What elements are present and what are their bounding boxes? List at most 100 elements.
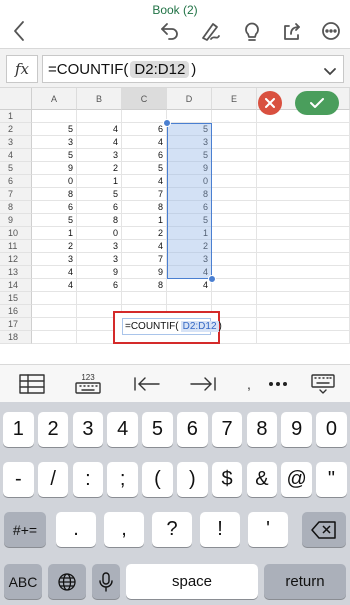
cell-c7[interactable]: 7	[122, 188, 167, 201]
cell-b15[interactable]	[77, 292, 122, 305]
cell-a5[interactable]: 9	[32, 162, 77, 175]
cell-c14[interactable]: 8	[122, 279, 167, 292]
cell-a8[interactable]: 6	[32, 201, 77, 214]
row-header[interactable]: 13	[0, 266, 32, 279]
more-icon[interactable]	[318, 18, 344, 44]
cell-a13[interactable]: 4	[32, 266, 77, 279]
cell-c12[interactable]: 7	[122, 253, 167, 266]
cell-d15[interactable]	[167, 292, 212, 305]
cell-b8[interactable]: 6	[77, 201, 122, 214]
cell-b3[interactable]: 4	[77, 136, 122, 149]
cell-b13[interactable]: 9	[77, 266, 122, 279]
cell-f14[interactable]	[257, 279, 350, 292]
key-symbol[interactable]: "	[316, 462, 347, 497]
key-punctuation[interactable]: !	[200, 512, 240, 547]
row-header[interactable]: 4	[0, 149, 32, 162]
cell-f5[interactable]	[257, 162, 350, 175]
cell-c2[interactable]: 6	[122, 123, 167, 136]
row-header[interactable]: 15	[0, 292, 32, 305]
cell-f16[interactable]	[257, 305, 350, 318]
cell-b5[interactable]: 2	[77, 162, 122, 175]
abc-key[interactable]: ABC	[4, 564, 42, 599]
cell-c6[interactable]: 4	[122, 175, 167, 188]
cell-c13[interactable]: 9	[122, 266, 167, 279]
key-punctuation[interactable]: ?	[152, 512, 192, 547]
space-key[interactable]: space	[126, 564, 258, 599]
cell-e8[interactable]	[212, 201, 257, 214]
delete-key[interactable]	[302, 512, 346, 547]
cell-b6[interactable]: 1	[77, 175, 122, 188]
cell-b2[interactable]: 4	[77, 123, 122, 136]
row-header[interactable]: 5	[0, 162, 32, 175]
row-header[interactable]: 14	[0, 279, 32, 292]
undo-icon[interactable]	[157, 18, 183, 44]
draw-icon[interactable]	[197, 18, 223, 44]
cell-e15[interactable]	[212, 292, 257, 305]
cell-f17[interactable]	[257, 318, 350, 331]
cell-a10[interactable]: 1	[32, 227, 77, 240]
cell-b1[interactable]	[77, 110, 122, 123]
cell-b4[interactable]: 3	[77, 149, 122, 162]
move-left-icon[interactable]	[132, 373, 162, 395]
cell-c5[interactable]: 5	[122, 162, 167, 175]
cell-e9[interactable]	[212, 214, 257, 227]
cell-e4[interactable]	[212, 149, 257, 162]
row-header[interactable]: 11	[0, 240, 32, 253]
formula-input[interactable]: =COUNTIF(D2:D12)	[42, 55, 344, 83]
highlighted-edit-cell[interactable]: =COUNTIF(D2:D12)	[113, 311, 222, 344]
cell-e14[interactable]	[212, 279, 257, 292]
column-header-d[interactable]: D	[167, 88, 212, 110]
cell-f18[interactable]	[257, 331, 350, 344]
cell-e7[interactable]	[212, 188, 257, 201]
key-digit[interactable]: 5	[142, 412, 173, 447]
row-header[interactable]: 18	[0, 331, 32, 344]
return-key[interactable]: return	[264, 564, 346, 599]
cell-f8[interactable]	[257, 201, 350, 214]
select-all-corner[interactable]	[0, 88, 32, 110]
cell-a16[interactable]	[32, 305, 77, 318]
cell-c4[interactable]: 6	[122, 149, 167, 162]
cell-a14[interactable]: 4	[32, 279, 77, 292]
key-symbol[interactable]: (	[142, 462, 173, 497]
cell-f13[interactable]	[257, 266, 350, 279]
key-digit[interactable]: 3	[72, 412, 104, 447]
cell-f7[interactable]	[257, 188, 350, 201]
key-digit[interactable]: 8	[246, 412, 278, 447]
cell-f10[interactable]	[257, 227, 350, 240]
cell-d1[interactable]	[167, 110, 212, 123]
cell-c15[interactable]	[122, 292, 167, 305]
cell-f9[interactable]	[257, 214, 350, 227]
cell-e2[interactable]	[212, 123, 257, 136]
row-header[interactable]: 6	[0, 175, 32, 188]
key-digit[interactable]: 0	[316, 412, 347, 447]
row-header[interactable]: 2	[0, 123, 32, 136]
cell-e6[interactable]	[212, 175, 257, 188]
cell-a17[interactable]	[32, 318, 77, 331]
cell-c10[interactable]: 2	[122, 227, 167, 240]
cell-a1[interactable]	[32, 110, 77, 123]
cell-b11[interactable]: 3	[77, 240, 122, 253]
move-right-icon[interactable]	[188, 373, 218, 395]
cell-e13[interactable]	[212, 266, 257, 279]
key-symbol[interactable]: ;	[107, 462, 138, 497]
cell-a9[interactable]: 5	[32, 214, 77, 227]
key-digit[interactable]: 1	[3, 412, 34, 447]
cell-f12[interactable]	[257, 253, 350, 266]
cell-a6[interactable]: 0	[32, 175, 77, 188]
row-header[interactable]: 17	[0, 318, 32, 331]
cell-f4[interactable]	[257, 149, 350, 162]
confirm-button[interactable]	[295, 91, 339, 115]
cell-e11[interactable]	[212, 240, 257, 253]
column-header-a[interactable]: A	[32, 88, 77, 110]
cell-a7[interactable]: 8	[32, 188, 77, 201]
cell-f3[interactable]	[257, 136, 350, 149]
cell-b10[interactable]: 0	[77, 227, 122, 240]
row-header[interactable]: 1	[0, 110, 32, 123]
cell-b12[interactable]: 3	[77, 253, 122, 266]
column-header-e[interactable]: E	[212, 88, 257, 110]
cell-a18[interactable]	[32, 331, 77, 344]
key-symbol[interactable]: @	[281, 462, 312, 497]
share-icon[interactable]	[279, 18, 305, 44]
key-symbol[interactable]: &	[246, 462, 278, 497]
chevron-down-icon[interactable]	[323, 64, 337, 82]
